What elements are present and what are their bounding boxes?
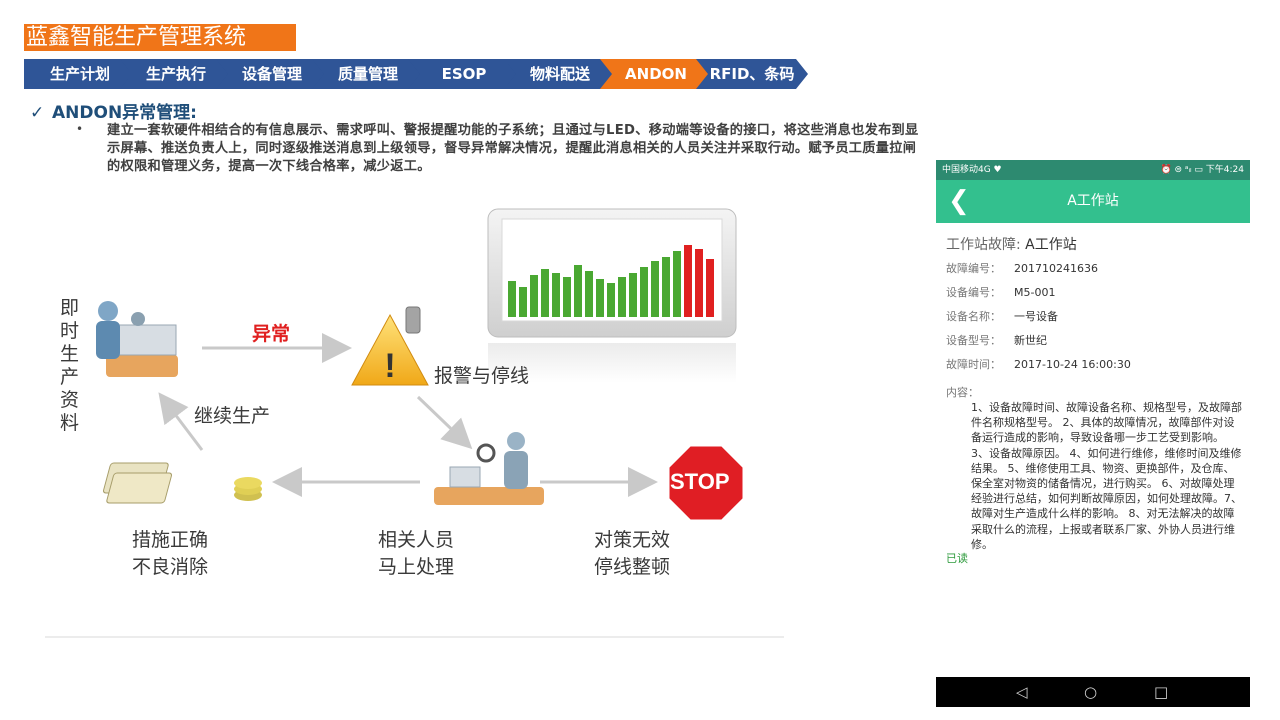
field-value: 201710241636 <box>1014 262 1098 275</box>
phone-mockup: 中国移动4G ♥ ⏰ ⊜ ᵃᵢₗ ▭ 下午4:24 ❮ A工作站 工作站故障: … <box>936 160 1250 707</box>
dashboard-bar <box>530 275 538 317</box>
measures-line-2: 不良消除 <box>132 556 209 578</box>
fault-heading-key: 工作站故障: <box>946 237 1021 253</box>
dashboard-bar <box>541 269 549 317</box>
nav-back-button[interactable]: ◁ <box>1016 677 1028 707</box>
dashboard-bar <box>640 267 648 317</box>
status-right: ⏰ ⊜ ᵃᵢₗ ▭ 下午4:24 <box>1160 165 1244 175</box>
worker-station-icon <box>96 301 178 377</box>
measures-label: 措施正确 不良消除 <box>132 527 208 581</box>
countermeasure-line-2: 停线整顿 <box>594 556 671 578</box>
dashboard-bar <box>673 251 681 317</box>
fault-field-row: 设备型号： 新世纪 <box>946 332 1047 348</box>
fault-field-row: 故障时间： 2017-10-24 16:00:30 <box>946 356 1131 372</box>
vertical-char: 产 <box>60 366 80 388</box>
dashboard-bar <box>629 273 637 317</box>
countermeasure-label: 对策无效 停线整顿 <box>594 527 670 581</box>
android-nav-bar: ◁ ○ □ <box>936 677 1250 707</box>
dashboard-bar <box>651 261 659 317</box>
vertical-char: 生 <box>60 343 80 365</box>
dashboard-bar <box>585 271 593 317</box>
dashboard-bar <box>596 279 604 317</box>
field-key: 设备型号： <box>946 334 1001 347</box>
field-value: M5-001 <box>1014 286 1056 299</box>
dashboard-bar <box>618 277 626 317</box>
dashboard-bar <box>519 287 527 317</box>
section-heading-text: ANDON异常管理: <box>52 103 197 123</box>
field-key: 设备编号： <box>946 286 1001 299</box>
page-title: 蓝鑫智能生产管理系统 <box>26 25 247 50</box>
dashboard-bar <box>574 265 582 317</box>
nav-tab-7[interactable]: RFID、条码 <box>696 59 808 89</box>
section-paragraph: 建立一套软硬件相结合的有信息展示、需求呼叫、警报提醒功能的子系统；且通过与LED… <box>107 123 919 174</box>
fault-field-row: 故障编号： 201710241636 <box>946 260 1098 276</box>
app-bar: ❮ A工作站 <box>936 180 1250 223</box>
dashboard-bar <box>662 257 670 317</box>
vertical-char: 即 <box>60 297 80 319</box>
alarm-label: 报警与停线 <box>434 365 530 387</box>
dashboard-chart-icon <box>487 208 737 383</box>
content-label: 内容： <box>946 386 979 399</box>
field-key: 故障时间： <box>946 358 1001 371</box>
dashboard-bar <box>563 277 571 317</box>
fault-heading-value: A工作站 <box>1025 237 1077 253</box>
fault-field-row: 设备名称： 一号设备 <box>946 308 1058 324</box>
read-status: 已读 <box>946 552 968 565</box>
nav-home-button[interactable]: ○ <box>1084 677 1097 707</box>
dashboard-bar <box>684 245 692 317</box>
continue-label: 继续生产 <box>194 405 271 427</box>
nav-tab-label: RFID、条码 <box>709 65 795 83</box>
module-nav: 生产计划 生产执行 设备管理 质量管理 ESOP 物料配送 ANDON RFID、条码 <box>24 59 844 89</box>
measures-line-1: 措施正确 <box>132 529 209 551</box>
dashboard-bar <box>607 283 615 317</box>
field-key: 故障编号： <box>946 262 1001 275</box>
dashboard-bar <box>552 273 560 317</box>
bullet-icon: • <box>76 122 84 136</box>
staff-line-1: 相关人员 <box>378 529 455 551</box>
status-bar: 中国移动4G ♥ ⏰ ⊜ ᵃᵢₗ ▭ 下午4:24 <box>936 160 1250 180</box>
staff-label: 相关人员 马上处理 <box>378 527 454 581</box>
dashboard-bar <box>695 249 703 317</box>
vertical-char: 料 <box>60 412 80 434</box>
section-heading: ✓ ANDON异常管理: <box>30 98 197 123</box>
field-value: 2017-10-24 16:00:30 <box>1014 358 1131 371</box>
fault-heading: 工作站故障: A工作站 <box>946 234 1077 254</box>
field-value: 新世纪 <box>1014 334 1047 347</box>
money-stack-icon <box>103 462 262 504</box>
vertical-char: 资 <box>60 389 80 411</box>
staff-line-2: 马上处理 <box>378 556 455 578</box>
status-left: 中国移动4G ♥ <box>942 165 1002 175</box>
app-title: A工作站 <box>1067 193 1119 209</box>
fault-field-row: 设备编号： M5-001 <box>946 284 1055 300</box>
andon-flow-diagram: ! 即时生产资料 异常 报警与停线 继续生产 STOP 措施正确 不良消除 相关… <box>40 205 800 645</box>
checkmark-icon: ✓ <box>30 103 45 123</box>
dashboard-bar <box>706 259 714 317</box>
vertical-char: 时 <box>60 320 80 342</box>
dashboard-bar <box>508 281 516 317</box>
countermeasure-line-1: 对策无效 <box>594 529 671 551</box>
nav-recents-button[interactable]: □ <box>1154 677 1168 707</box>
realtime-data-label: 即时生产资料 <box>60 297 82 435</box>
warning-phone-icon: ! <box>351 306 429 386</box>
svg-text:!: ! <box>384 347 395 385</box>
abnormal-label: 异常 <box>252 323 291 345</box>
content-text: 1、设备故障时间、故障设备名称、规格型号，及故障部件名称规格型号。 2、具体的故… <box>971 401 1242 551</box>
stop-sign-text: STOP <box>670 469 730 494</box>
field-value: 一号设备 <box>1014 310 1058 323</box>
title-banner: 蓝鑫智能生产管理系统 <box>24 24 296 51</box>
inspector-icon <box>434 432 544 505</box>
field-key: 设备名称： <box>946 310 1001 323</box>
